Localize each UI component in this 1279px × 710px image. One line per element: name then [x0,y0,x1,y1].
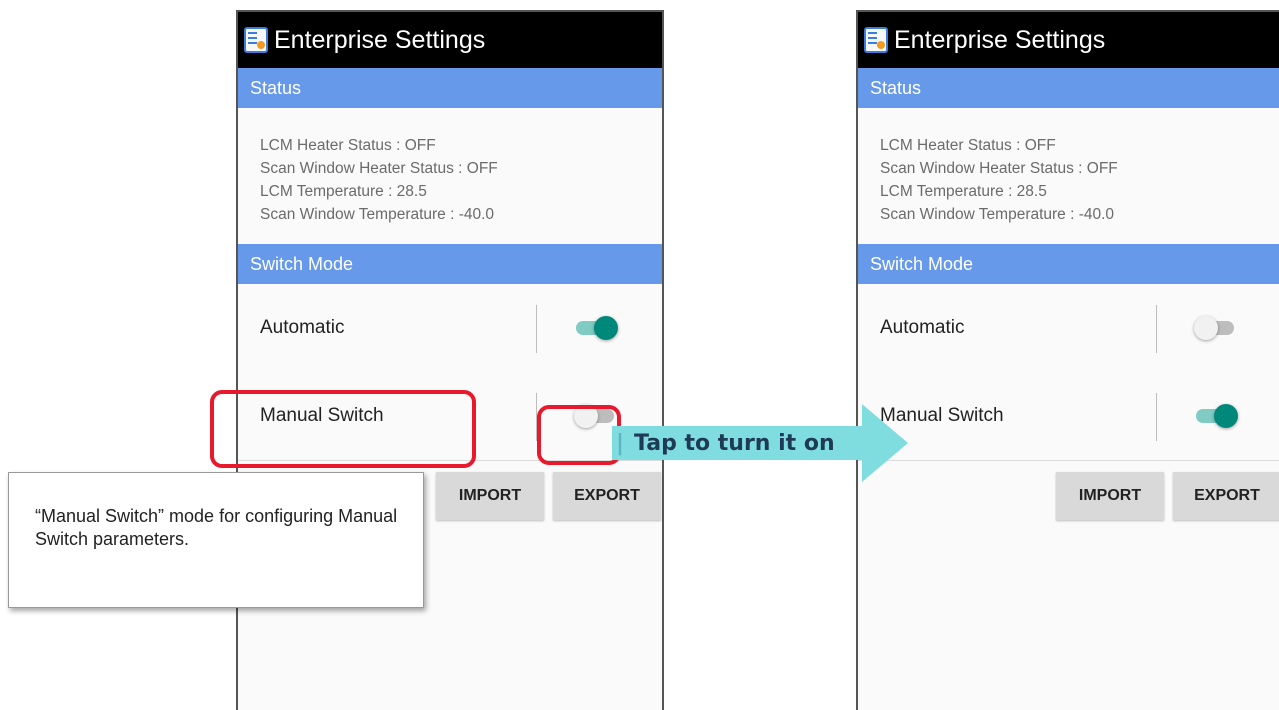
callout-text: “Manual Switch” mode for configuring Man… [35,506,398,549]
arrow-instruction: | Tap to turn it on [616,425,835,461]
app-title: Enterprise Settings [894,25,1106,54]
bar-mark: | [616,430,625,456]
row-divider [1156,305,1157,353]
scan-window-temperature: Scan Window Temperature : -40.0 [260,206,495,223]
automatic-label: Automatic [880,317,965,338]
manual-switch-toggle-highlight [537,405,621,465]
scan-window-heater-status: Scan Window Heater Status : OFF [260,160,498,177]
row-divider [1156,393,1157,441]
toggle-thumb [1214,404,1238,428]
automatic-label: Automatic [260,317,345,338]
app-title-bar: Enterprise Settings [858,12,1279,68]
manual-switch-toggle[interactable] [1196,404,1238,428]
screen-after: Enterprise Settings Status LCM Heater St… [856,10,1279,710]
scan-window-temperature: Scan Window Temperature : -40.0 [880,206,1115,223]
lcm-heater-status: LCM Heater Status : OFF [880,137,1056,154]
import-button[interactable]: IMPORT [436,472,544,520]
switch-mode-section-header: Switch Mode [238,244,662,284]
callout-box: “Manual Switch” mode for configuring Man… [8,472,424,608]
manual-switch-label-highlight [210,390,476,468]
export-button[interactable]: EXPORT [1173,472,1279,520]
button-row: IMPORT EXPORT [858,461,1279,521]
automatic-row[interactable]: Automatic [238,284,662,372]
app-title: Enterprise Settings [274,25,486,54]
manual-switch-row[interactable]: Manual Switch [858,372,1279,460]
automatic-row[interactable]: Automatic [858,284,1279,372]
automatic-toggle[interactable] [1194,316,1238,340]
lcm-temperature: LCM Temperature : 28.5 [880,183,1047,200]
row-divider [536,305,537,353]
switch-mode-section-header: Switch Mode [858,244,1279,284]
arrow-instruction-text: Tap to turn it on [634,430,835,456]
status-section-header: Status [238,68,662,108]
import-button[interactable]: IMPORT [1056,472,1164,520]
scan-window-heater-status: Scan Window Heater Status : OFF [880,160,1118,177]
settings-app-icon [864,27,888,53]
automatic-toggle[interactable] [576,316,618,340]
toggle-thumb [1194,316,1218,340]
app-title-bar: Enterprise Settings [238,12,662,68]
status-section-header: Status [858,68,1279,108]
lcm-temperature: LCM Temperature : 28.5 [260,183,427,200]
status-info: LCM Heater Status : OFF Scan Window Heat… [858,108,1279,244]
toggle-thumb [594,316,618,340]
status-info: LCM Heater Status : OFF Scan Window Heat… [238,108,662,244]
settings-app-icon [244,27,268,53]
lcm-heater-status: LCM Heater Status : OFF [260,137,436,154]
